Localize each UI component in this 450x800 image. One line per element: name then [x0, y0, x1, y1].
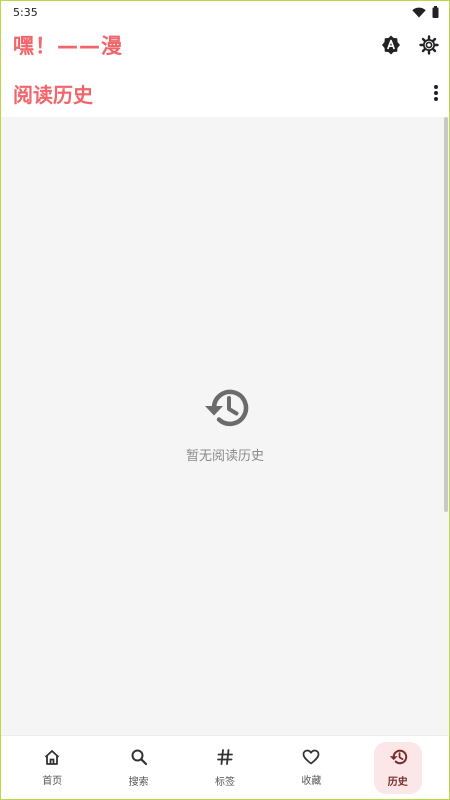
nav-item-search[interactable]: 搜索: [115, 742, 163, 794]
app-screen: 5:35 嘿！——漫 阅读历史 暂无阅读历史 首页 搜索 标签 收藏 历史: [0, 0, 450, 800]
more-vert-icon[interactable]: [433, 84, 439, 102]
theme-a-icon[interactable]: [381, 35, 401, 55]
heart-icon: [302, 749, 320, 769]
nav-label-history: 历史: [387, 776, 408, 788]
empty-state: 暂无阅读历史: [1, 385, 449, 464]
status-time: 5:35: [13, 5, 38, 19]
wifi-icon: [412, 3, 426, 22]
nav-item-history[interactable]: 历史: [373, 741, 422, 794]
nav-label-home: 首页: [42, 775, 63, 787]
status-bar: 5:35: [1, 1, 449, 23]
settings-gear-icon[interactable]: [419, 35, 439, 55]
home-icon: [43, 749, 61, 769]
status-icons: [412, 3, 439, 22]
nav-label-tags: 标签: [214, 776, 235, 788]
history-list-area[interactable]: 暂无阅读历史: [1, 117, 449, 735]
page-header: 阅读历史: [1, 69, 449, 117]
empty-state-text: 暂无阅读历史: [185, 449, 264, 464]
nav-label-search: 搜索: [128, 776, 149, 788]
nav-item-favorites[interactable]: 收藏: [287, 742, 335, 794]
hash-tag-icon: [216, 748, 234, 770]
nav-item-tags[interactable]: 标签: [201, 742, 249, 794]
history-icon: [200, 385, 250, 435]
page-title: 阅读历史: [13, 82, 93, 107]
battery-icon: [432, 3, 439, 22]
nav-item-home[interactable]: 首页: [28, 742, 76, 794]
nav-label-favorites: 收藏: [301, 775, 322, 787]
header-actions: [381, 35, 439, 55]
bottom-nav: 首页 搜索 标签 收藏 历史: [1, 735, 449, 799]
app-title: 嘿！——漫: [13, 34, 123, 58]
history-icon: [388, 748, 408, 770]
search-icon: [130, 748, 148, 770]
app-header: 嘿！——漫: [1, 23, 449, 67]
